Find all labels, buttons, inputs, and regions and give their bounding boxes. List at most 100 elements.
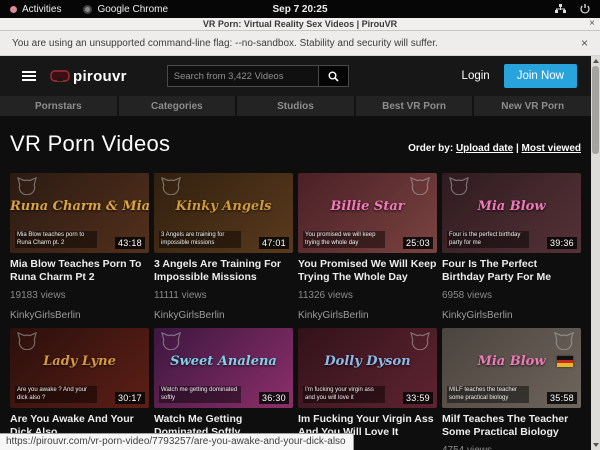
network-icon[interactable] [555, 4, 566, 14]
scroll-up-icon[interactable] [593, 59, 599, 63]
thumb-overlay-name: Runa Charm & Mia Blow [10, 199, 149, 214]
video-duration-badge: 47:01 [259, 237, 289, 249]
thumb-overlay-name: Billie Star [298, 199, 437, 214]
video-title[interactable]: Milf Teaches The Teacher Some Practical … [442, 413, 581, 438]
focused-app-menu[interactable]: Google Chrome [83, 4, 168, 15]
video-card: Mia Blow Four is the perfect birthday pa… [442, 173, 581, 321]
cat-mask-watermark-icon [448, 177, 470, 195]
activities-button[interactable]: Activities [10, 4, 61, 15]
app-name-label: Google Chrome [97, 4, 168, 15]
video-thumbnail[interactable]: Mia Blow MILF teaches the teacher some p… [442, 328, 581, 408]
menu-item-best-vr[interactable]: Best VR Porn [356, 96, 473, 116]
video-views: 11111 views [154, 290, 293, 301]
menu-item-categories[interactable]: Categories [119, 96, 236, 116]
video-thumbnail[interactable]: Dolly Dyson I'm fucking your virgin ass … [298, 328, 437, 408]
activities-dot-icon [10, 6, 17, 13]
site-logo[interactable]: pirouvr [50, 68, 127, 85]
cat-mask-watermark-icon [409, 177, 431, 195]
browser-tab[interactable]: VR Porn: Virtual Reality Sex Videos | Pi… [0, 18, 600, 31]
video-duration-badge: 35:58 [547, 392, 577, 404]
thumb-overlay-caption: Watch me getting dominated softly [159, 386, 241, 403]
thumb-overlay-name: Kinky Angels [154, 199, 293, 214]
video-studio-link[interactable]: KinkyGirlsBerlin [298, 310, 437, 321]
video-thumbnail[interactable]: Runa Charm & Mia Blow Mia Blow teaches p… [10, 173, 149, 253]
video-card: Dolly Dyson I'm fucking your virgin ass … [298, 328, 437, 450]
chrome-app-icon [83, 5, 92, 14]
clock[interactable]: Sep 7 20:25 [272, 4, 327, 15]
thumb-overlay-caption: I'm fucking your virgin ass and you will… [303, 386, 385, 403]
search-input[interactable] [167, 65, 319, 87]
main-menu: Pornstars Categories Studios Best VR Por… [0, 96, 591, 116]
menu-item-new-vr[interactable]: New VR Porn [474, 96, 591, 116]
video-studio-link[interactable]: KinkyGirlsBerlin [10, 310, 149, 321]
thumb-overlay-caption: 3 Angels are training for impossible mis… [159, 231, 241, 248]
video-card: Billie Star You promised we will keep tr… [298, 173, 437, 321]
warning-close-icon[interactable]: × [581, 36, 588, 50]
video-thumbnail[interactable]: Billie Star You promised we will keep tr… [298, 173, 437, 253]
thumb-overlay-name: Dolly Dyson [298, 354, 437, 369]
video-duration-badge: 30:17 [115, 392, 145, 404]
video-views: 11326 views [298, 290, 437, 301]
order-by: Order by: Upload date | Most viewed [408, 143, 581, 154]
search-icon [328, 71, 339, 82]
warning-text: You are using an unsupported command-lin… [12, 38, 438, 49]
tab-close-icon[interactable]: × [589, 18, 595, 30]
status-url-bar: https://pirouvr.com/vr-porn-video/779325… [0, 433, 354, 450]
thumb-overlay-caption: Are you awake ? And your dick also ? [15, 386, 97, 403]
video-thumbnail[interactable]: Kinky Angels 3 Angels are training for i… [154, 173, 293, 253]
cat-mask-watermark-icon [160, 332, 182, 350]
video-thumbnail[interactable]: Mia Blow Four is the perfect birthday pa… [442, 173, 581, 253]
vr-goggles-icon [50, 70, 70, 83]
video-card: Lady Lyne Are you awake ? And your dick … [10, 328, 149, 450]
video-card: Runa Charm & Mia Blow Mia Blow teaches p… [10, 173, 149, 321]
cat-mask-watermark-icon [409, 332, 431, 350]
browser-viewport: pirouvr Login Join Now Pornstars Categor… [0, 56, 600, 450]
thumb-overlay-caption: MILF teaches the teacher some practical … [447, 386, 529, 403]
order-upload-date-link[interactable]: Upload date [456, 143, 513, 154]
thumb-overlay-name: Lady Lyne [10, 354, 149, 369]
scrollbar-thumb[interactable] [592, 66, 599, 154]
menu-item-studios[interactable]: Studios [237, 96, 354, 116]
cat-mask-watermark-icon [16, 177, 38, 195]
system-top-bar: Activities Google Chrome Sep 7 20:25 [0, 0, 600, 18]
cat-mask-watermark-icon [160, 177, 182, 195]
video-title[interactable]: You Promised We Will Keep Trying The Who… [298, 258, 437, 283]
video-card: Kinky Angels 3 Angels are training for i… [154, 173, 293, 321]
hamburger-menu-icon[interactable] [22, 71, 36, 81]
video-duration-badge: 25:03 [403, 237, 433, 249]
video-title[interactable]: Four Is The Perfect Birthday Party For M… [442, 258, 581, 283]
search-button[interactable] [319, 65, 349, 87]
scrollbar[interactable] [591, 56, 600, 450]
activities-label: Activities [22, 4, 61, 15]
login-link[interactable]: Login [462, 70, 490, 82]
site-logo-text: pirouvr [73, 68, 127, 85]
order-most-viewed-link[interactable]: Most viewed [522, 143, 581, 154]
video-studio-link[interactable]: KinkyGirlsBerlin [154, 310, 293, 321]
video-grid: Runa Charm & Mia Blow Mia Blow teaches p… [10, 173, 581, 450]
video-views: 4754 views [442, 445, 581, 450]
video-title[interactable]: 3 Angels Are Training For Impossible Mis… [154, 258, 293, 283]
video-duration-badge: 36:30 [259, 392, 289, 404]
cat-mask-watermark-icon [553, 332, 575, 350]
video-thumbnail[interactable]: Sweet Analena Watch me getting dominated… [154, 328, 293, 408]
video-views: 6958 views [442, 290, 581, 301]
scroll-down-icon[interactable] [593, 443, 599, 447]
video-duration-badge: 43:18 [115, 237, 145, 249]
thumb-overlay-caption: You promised we will keep trying the who… [303, 231, 385, 248]
tab-title: VR Porn: Virtual Reality Sex Videos | Pi… [0, 19, 600, 29]
menu-item-pornstars[interactable]: Pornstars [0, 96, 117, 116]
order-by-label: Order by: [408, 143, 453, 154]
thumb-overlay-caption: Mia Blow teaches porn to Runa Charm pt. … [15, 231, 97, 248]
video-views: 19183 views [10, 290, 149, 301]
browser-warning-bar: You are using an unsupported command-lin… [0, 31, 600, 56]
join-now-button[interactable]: Join Now [504, 64, 577, 88]
thumb-overlay-name: Sweet Analena [154, 354, 293, 369]
video-thumbnail[interactable]: Lady Lyne Are you awake ? And your dick … [10, 328, 149, 408]
search-bar [167, 65, 349, 87]
german-flag-icon [557, 356, 573, 367]
video-studio-link[interactable]: KinkyGirlsBerlin [442, 310, 581, 321]
power-icon[interactable] [580, 4, 590, 14]
thumb-overlay-name: Mia Blow [442, 199, 581, 214]
video-title[interactable]: Mia Blow Teaches Porn To Runa Charm Pt 2 [10, 258, 149, 283]
video-card: Mia Blow MILF teaches the teacher some p… [442, 328, 581, 450]
